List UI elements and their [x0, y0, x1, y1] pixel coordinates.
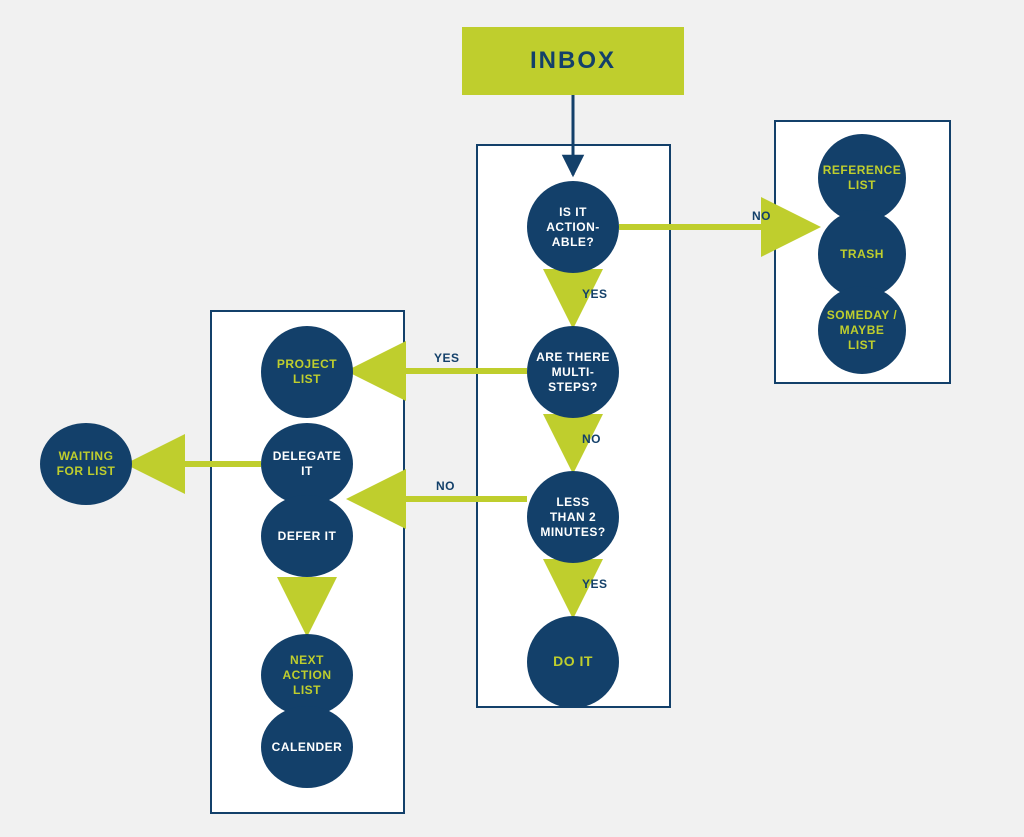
- node-multi-steps: ARE THEREMULTI-STEPS?: [527, 326, 619, 418]
- node-defer: DEFER IT: [261, 495, 353, 577]
- node-actionable: IS ITACTION-ABLE?: [527, 181, 619, 273]
- node-waiting-for-list: WAITINGFOR LIST: [40, 423, 132, 505]
- node-next-action-list: NEXTACTION LIST: [261, 634, 353, 716]
- label-two-min-yes: YES: [582, 577, 608, 591]
- node-trash: TRASH: [818, 210, 906, 298]
- node-do-it: DO IT: [527, 616, 619, 708]
- node-project-list: PROJECTLIST: [261, 326, 353, 418]
- label-actionable-yes: YES: [582, 287, 608, 301]
- label-multi-no: NO: [582, 432, 601, 446]
- node-reference-list: REFERENCELIST: [818, 134, 906, 222]
- label-multi-yes: YES: [434, 351, 460, 365]
- node-someday-list: SOMEDAY /MAYBE LIST: [818, 286, 906, 374]
- label-actionable-no: NO: [752, 209, 771, 223]
- node-delegate: DELEGATEIT: [261, 423, 353, 505]
- label-two-min-no: NO: [436, 479, 455, 493]
- inbox-box: INBOX: [462, 27, 684, 95]
- node-calendar: CALENDER: [261, 706, 353, 788]
- node-two-minutes: LESSTHAN 2MINUTES?: [527, 471, 619, 563]
